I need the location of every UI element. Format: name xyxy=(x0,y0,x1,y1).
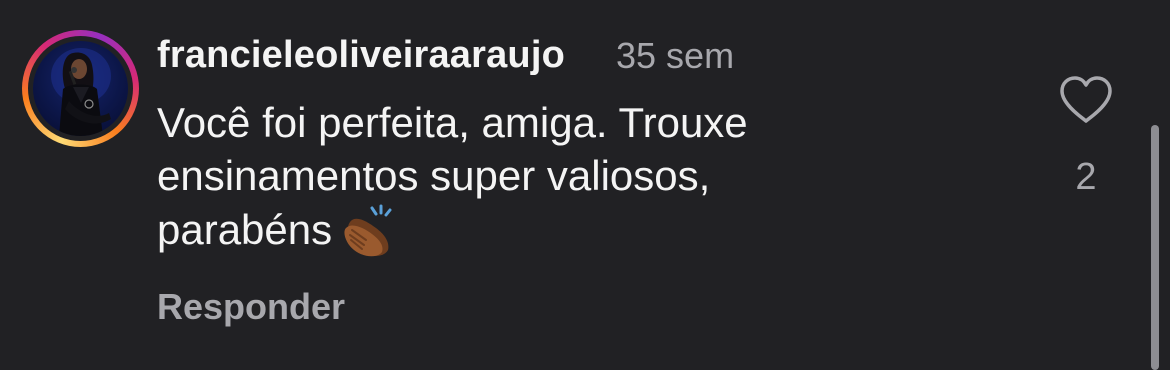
avatar-story-ring[interactable] xyxy=(22,30,139,147)
comment-text: Você foi perfeita, amiga. Trouxe ensinam… xyxy=(157,96,1017,258)
avatar-ring-gap xyxy=(28,36,133,141)
like-count: 2 xyxy=(1075,156,1097,198)
reply-button[interactable]: Responder xyxy=(157,286,345,328)
clapping-hands-icon xyxy=(344,204,392,257)
avatar[interactable] xyxy=(33,41,128,136)
comment-line: ensinamentos super valiosos, xyxy=(157,152,711,199)
comment-line-text: parabéns xyxy=(157,206,333,253)
comment-timestamp: 35 sem xyxy=(616,35,735,76)
username-link[interactable]: francieleoliveiraaraujo xyxy=(157,34,565,77)
avatar-photo xyxy=(51,48,111,136)
scrollbar[interactable] xyxy=(1151,125,1159,370)
comment-line: Você foi perfeita, amiga. Trouxe xyxy=(157,99,748,146)
comment-panel: francieleoliveiraaraujo 35 sem Você foi … xyxy=(0,0,1170,370)
comment-line-last: parabéns xyxy=(157,202,1017,258)
heart-outline-icon[interactable] xyxy=(1058,75,1114,125)
